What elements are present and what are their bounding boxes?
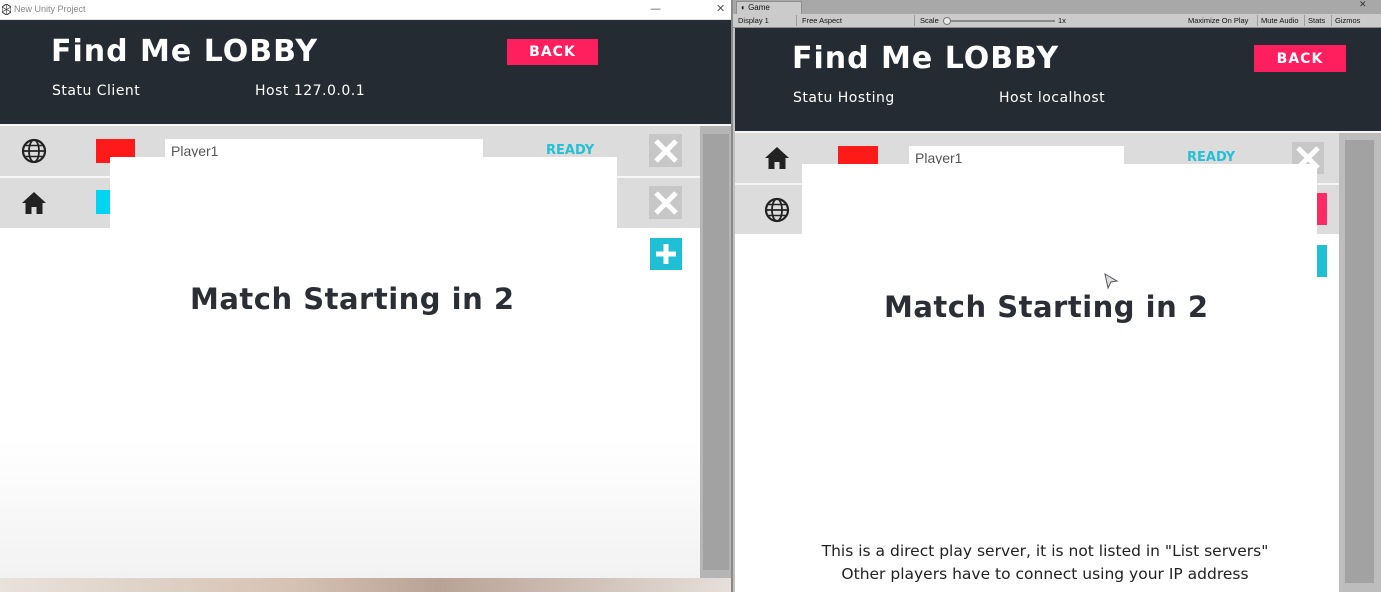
scale-slider-handle[interactable] (943, 17, 951, 25)
ready-label: READY (1187, 150, 1236, 165)
tab-game[interactable]: ◐ Game (736, 1, 802, 14)
scale-value: 1x (1058, 16, 1066, 25)
scale-label: Scale (920, 16, 939, 25)
display-dropdown[interactable]: Display 1 (735, 15, 797, 26)
add-player-button[interactable] (1317, 245, 1327, 277)
home-icon (757, 142, 797, 174)
game-toolbar: Display 1 Free Aspect Scale 1x Maximize … (733, 14, 1381, 28)
match-countdown-text: Match Starting in 2 (884, 290, 1209, 324)
close-icon (653, 190, 678, 215)
host-text: Host localhost (999, 90, 1106, 106)
player-color-swatch[interactable] (96, 190, 110, 214)
globe-icon (14, 136, 54, 166)
globe-icon (757, 194, 797, 226)
desktop-taskbar-strip (0, 578, 731, 592)
plus-icon (656, 244, 676, 264)
minimize-button[interactable]: — (650, 2, 661, 15)
match-panel (0, 228, 700, 578)
window-titlebar[interactable]: New Unity Project — ✕ (0, 0, 731, 20)
back-button[interactable]: BACK (1254, 45, 1346, 72)
close-window-button[interactable]: ✕ (716, 2, 725, 15)
direct-play-notice-line2: Other players have to connect using your… (841, 565, 1249, 583)
gizmos-dropdown[interactable]: Gizmos (1332, 15, 1370, 26)
aspect-dropdown[interactable]: Free Aspect (799, 15, 915, 26)
close-tab-icon[interactable]: ✕ (1359, 0, 1367, 10)
maximize-on-play-toggle[interactable]: Maximize On Play (1185, 15, 1258, 26)
scrollbar-thumb[interactable] (703, 134, 729, 570)
unity-logo-icon (1, 3, 12, 16)
home-icon (14, 187, 54, 219)
lobby-title: Find Me LOBBY (51, 34, 319, 69)
mute-audio-toggle[interactable]: Mute Audio (1258, 15, 1305, 26)
lobby-title: Find Me LOBBY (792, 41, 1060, 76)
status-text: Statu Client (52, 83, 141, 99)
match-panel (735, 234, 1339, 592)
unity-game-view-window: ◐ Game ✕ Display 1 Free Aspect Scale 1x … (731, 0, 1381, 592)
ready-label: READY (546, 143, 595, 158)
back-button[interactable]: BACK (507, 39, 598, 65)
game-view: Find Me LOBBY BACK Statu Hosting Host lo… (735, 28, 1381, 592)
add-player-button[interactable] (650, 238, 682, 270)
game-tab-icon: ◐ (741, 3, 749, 12)
kick-button[interactable] (649, 134, 682, 167)
match-countdown-text: Match Starting in 2 (190, 282, 515, 316)
match-panel-top (110, 157, 617, 237)
stats-toggle[interactable]: Stats (1305, 15, 1332, 26)
status-text: Statu Hosting (793, 90, 895, 106)
scale-slider[interactable] (943, 20, 1055, 22)
kick-button[interactable] (649, 186, 682, 219)
tab-game-label: Game (748, 3, 770, 12)
close-icon (653, 138, 678, 163)
left-game-window: New Unity Project — ✕ Find Me LOBBY BACK… (0, 0, 731, 592)
window-title: New Unity Project (14, 4, 86, 14)
tab-bar: ◐ Game ✕ (733, 0, 1381, 14)
host-text: Host 127.0.0.1 (255, 83, 366, 99)
scrollbar-thumb[interactable] (1345, 140, 1374, 583)
remove-button[interactable] (1317, 193, 1327, 225)
direct-play-notice-line1: This is a direct play server, it is not … (821, 542, 1269, 560)
